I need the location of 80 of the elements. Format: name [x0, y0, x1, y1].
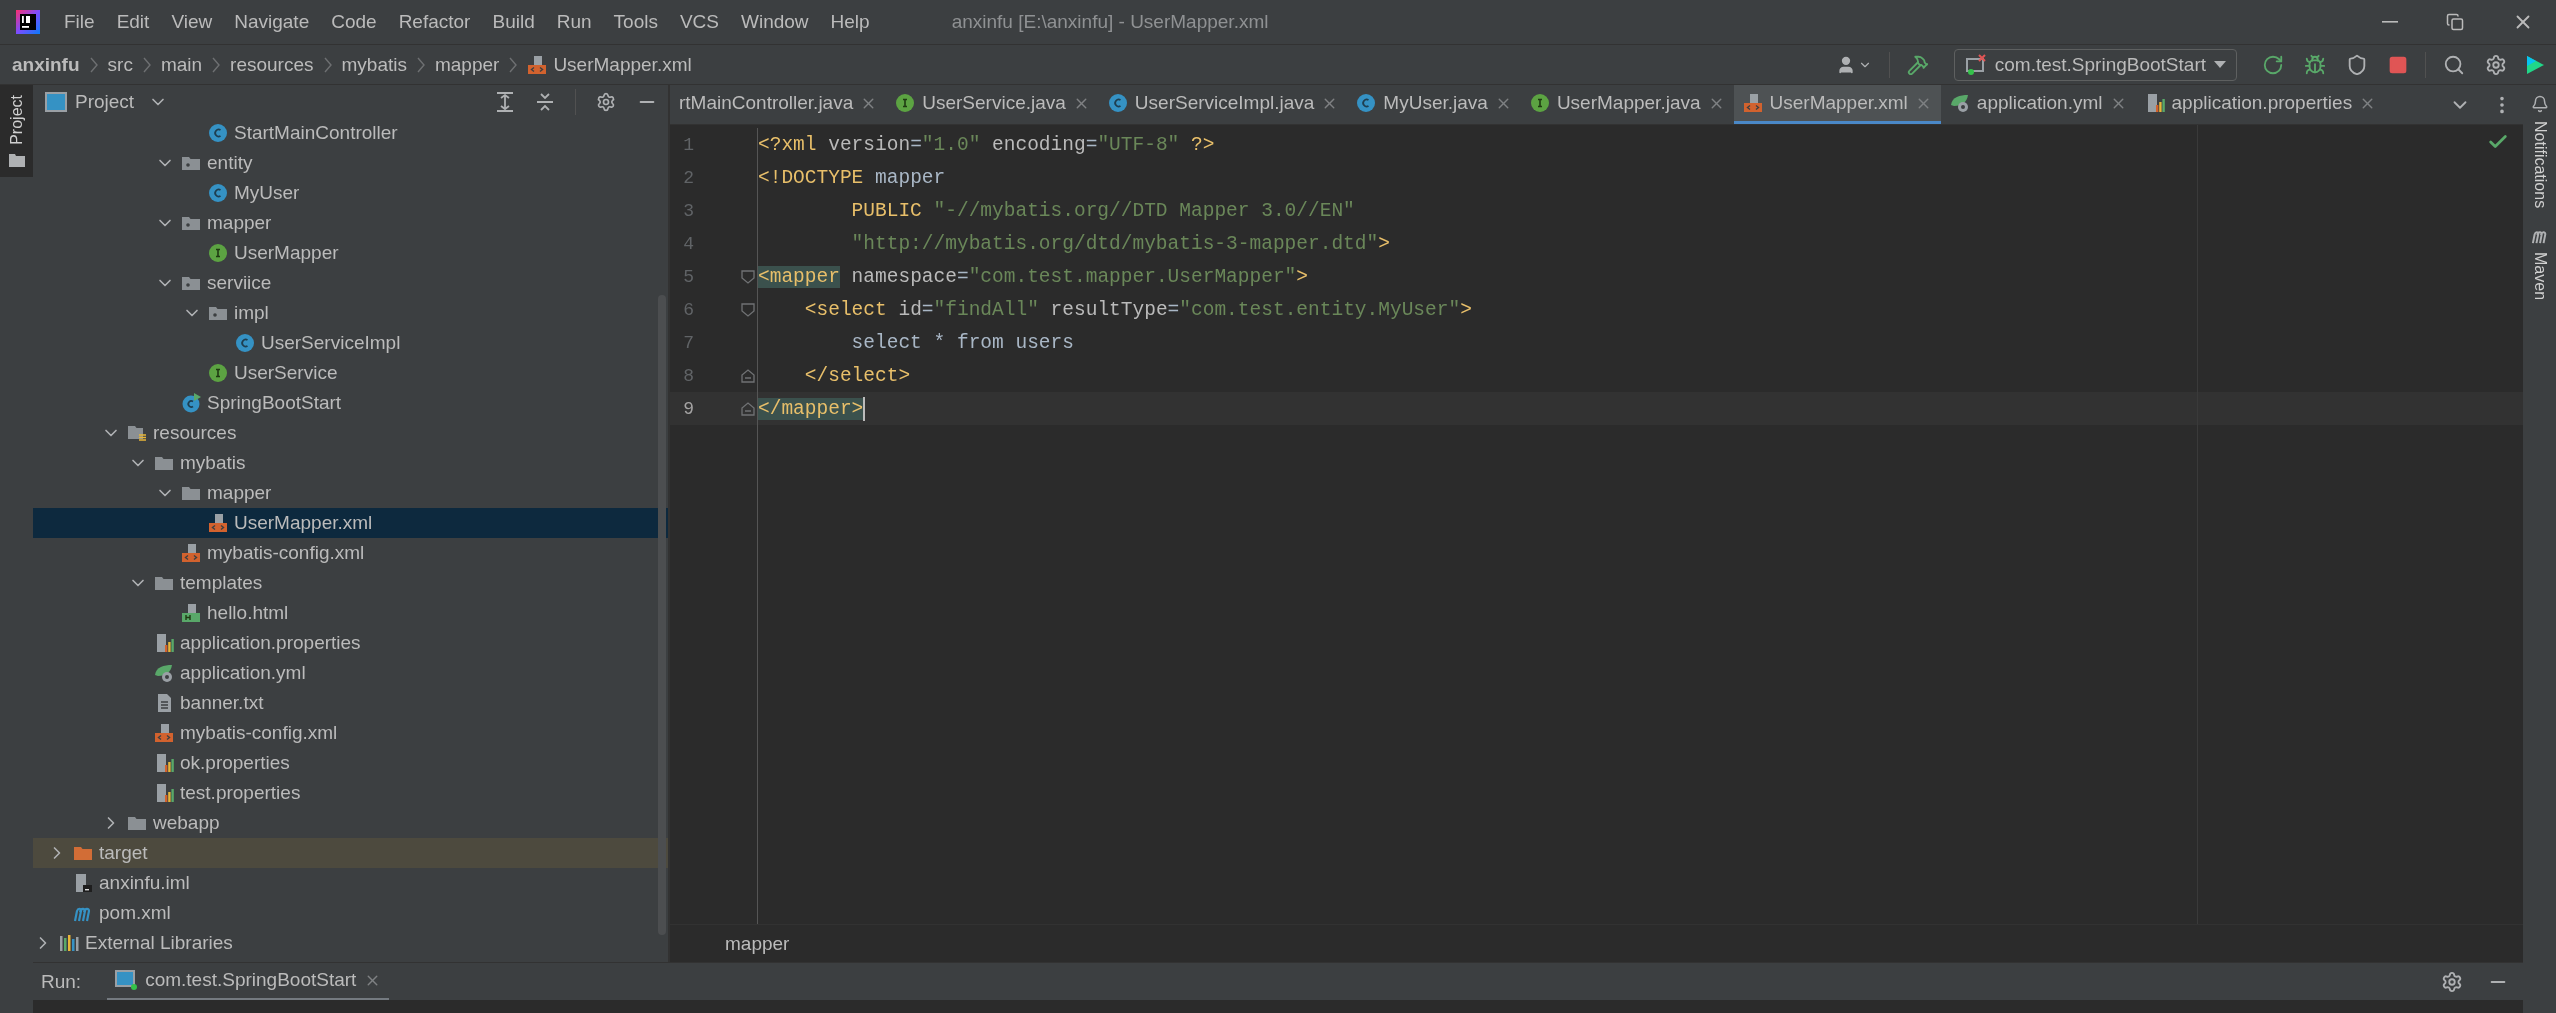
editor-tab[interactable]: UserService.java	[886, 85, 1099, 124]
tree-item[interactable]: mybatis	[33, 448, 668, 478]
tree-item[interactable]: mybatis-config.xml	[33, 718, 668, 748]
editor-tab[interactable]: MyUser.java	[1347, 85, 1521, 124]
tree-item[interactable]: impl	[33, 298, 668, 328]
breadcrumb-item[interactable]: mapper	[434, 53, 500, 76]
menu-item[interactable]: Run	[556, 11, 592, 33]
breadcrumb-item[interactable]: UserMapper.xml	[527, 53, 692, 76]
menu-item[interactable]: View	[171, 11, 213, 33]
line-number: 1	[682, 134, 694, 155]
tree-item[interactable]: UserMapper	[33, 238, 668, 268]
tree-item[interactable]: target	[33, 838, 668, 868]
menu-item[interactable]: Build	[492, 11, 535, 33]
breadcrumb-item[interactable]: mybatis	[341, 53, 407, 76]
run-label: Run:	[41, 970, 82, 993]
editor-tab[interactable]: UserMapper.xml	[1733, 85, 1941, 124]
line-number: 7	[682, 332, 694, 353]
tree-item[interactable]: mapper	[33, 478, 668, 508]
menu-item[interactable]: File	[64, 11, 95, 33]
menu-item[interactable]: Refactor	[398, 11, 471, 33]
breadcrumb-item[interactable]: main	[160, 53, 203, 76]
code-line: <mapper namespace="com.test.mapper.UserMapper">	[758, 264, 1308, 290]
editor-tab[interactable]: application.properties	[2135, 85, 2386, 124]
tool-window-tab[interactable]: Project	[0, 85, 33, 177]
tree-item[interactable]: application.yml	[33, 658, 668, 688]
line-number: 4	[682, 233, 694, 254]
menu-item[interactable]: Navigate	[234, 11, 310, 33]
tree-item[interactable]: ok.properties	[33, 748, 668, 778]
tool-window-tab[interactable]: Notifications	[2523, 85, 2556, 219]
tree-item[interactable]: External Libraries	[33, 928, 668, 958]
tree-item[interactable]: resources	[33, 418, 668, 448]
line-number: 6	[682, 299, 694, 320]
tree-item[interactable]: application.properties	[33, 628, 668, 658]
menu-item[interactable]: VCS	[679, 11, 719, 33]
menu-item[interactable]: Code	[331, 11, 377, 33]
line-number: 2	[682, 167, 694, 188]
menu-item[interactable]: Tools	[613, 11, 658, 33]
tree-item[interactable]: MyUser	[33, 178, 668, 208]
tree-item[interactable]: webapp	[33, 808, 668, 838]
tree-item[interactable]: entity	[33, 148, 668, 178]
tree-item[interactable]: hello.html	[33, 598, 668, 628]
tree-item[interactable]: SpringBootStart	[33, 388, 668, 418]
code-line: PUBLIC "-//mybatis.org//DTD Mapper 3.0//EN"	[850, 198, 1355, 224]
tree-item[interactable]: UserMapper.xml	[33, 508, 668, 538]
editor-tab[interactable]: application.yml	[1940, 85, 2136, 124]
menu-item[interactable]: Window	[741, 11, 809, 33]
tree-item[interactable]: templates	[33, 568, 668, 598]
breadcrumb-item[interactable]: mapper	[725, 932, 790, 955]
tree-item[interactable]: banner.txt	[33, 688, 668, 718]
tree-item[interactable]: mybatis-config.xml	[33, 538, 668, 568]
window-title: anxinfu [E:\anxinfu] - UserMapper.xml	[951, 11, 1269, 33]
code-line: <?xml version="1.0" encoding="UTF-8" ?>	[758, 132, 1215, 158]
menu-item[interactable]: Edit	[116, 11, 150, 33]
tree-item[interactable]: StartMainController	[33, 118, 668, 148]
tool-window-tab[interactable]: Maven	[2523, 218, 2556, 311]
panel-title[interactable]: Project	[75, 90, 135, 113]
tree-item[interactable]: mapper	[33, 208, 668, 238]
line-number: 8	[682, 365, 694, 386]
editor-tab[interactable]: rtMainController.java	[670, 85, 887, 124]
line-number: 9	[682, 398, 694, 419]
line-number: 3	[682, 200, 694, 221]
tree-item[interactable]: serviice	[33, 268, 668, 298]
editor-tab[interactable]: UserMapper.java	[1520, 85, 1734, 124]
code-line: <!DOCTYPE mapper	[758, 165, 946, 191]
menu-item[interactable]: Help	[830, 11, 870, 33]
editor-tab[interactable]: UserServiceImpl.java	[1098, 85, 1348, 124]
tree-item[interactable]: UserServiceImpl	[33, 328, 668, 358]
run-configuration-dropdown[interactable]: com.test.SpringBootStart	[1953, 48, 2237, 81]
line-number: 5	[682, 266, 694, 287]
breadcrumb-item[interactable]: src	[107, 53, 133, 76]
code-line: select * from users	[850, 330, 1074, 356]
tree-item[interactable]: pom.xml	[33, 898, 668, 928]
tree-item[interactable]: UserService	[33, 358, 668, 388]
breadcrumb-item[interactable]: resources	[230, 53, 314, 76]
code-line: <select id="findAll" resultType="com.test.entity.MyUser">	[803, 297, 1472, 323]
tree-item[interactable]: test.properties	[33, 778, 668, 808]
breadcrumb-item[interactable]: anxinfu	[12, 53, 80, 76]
code-line: </select>	[803, 363, 911, 389]
code-line: "http://mybatis.org/dtd/mybatis-3-mapper.dtd">	[850, 231, 1390, 257]
tree-item[interactable]: anxinfu.iml	[33, 868, 668, 898]
